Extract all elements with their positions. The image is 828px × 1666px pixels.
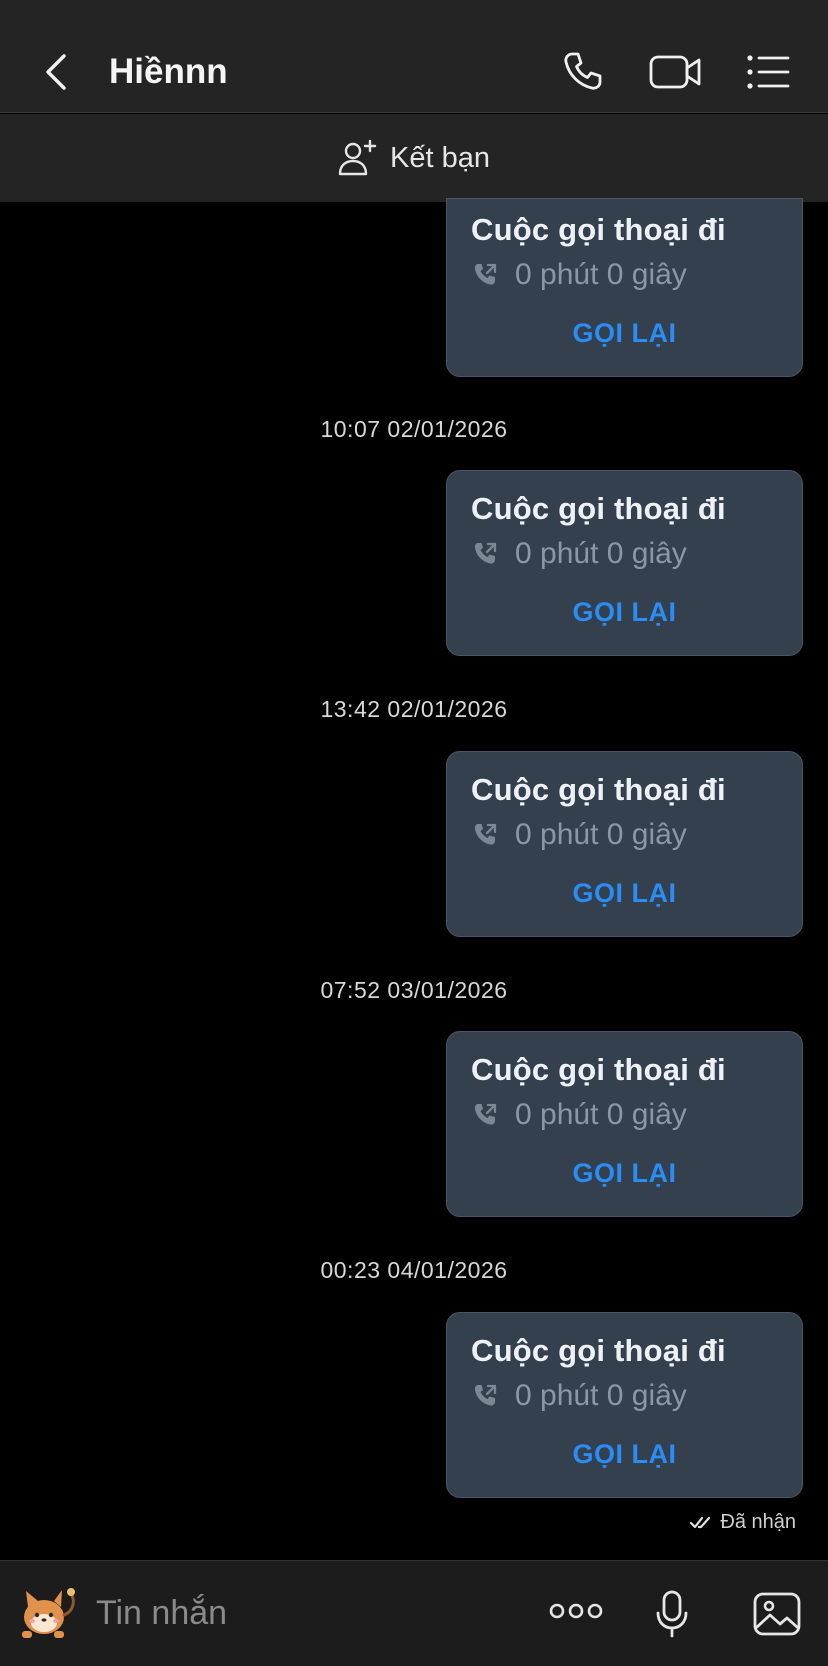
message-composer	[0, 1560, 828, 1666]
call-duration: 0 phút 0 giây	[471, 258, 687, 292]
message-input[interactable]	[94, 1587, 478, 1639]
outgoing-call-icon	[474, 542, 497, 564]
more-options-icon[interactable]	[549, 1601, 603, 1621]
microphone-icon[interactable]	[655, 1589, 689, 1639]
add-friend-label: Kết bạn	[390, 141, 490, 174]
add-friend-bar: Kết bạn	[0, 114, 828, 202]
sticker-icon[interactable]	[14, 1581, 80, 1643]
message-timestamp: 07:52 03/01/2026	[320, 977, 508, 1003]
video-camera-icon[interactable]	[648, 48, 704, 96]
call-title: Cuộc gọi thoại đi	[471, 772, 726, 807]
call-duration: 0 phút 0 giây	[471, 1379, 687, 1413]
call-message-bubble[interactable]: Cuộc gọi thoại đi 0 phút 0 giây GỌI LẠI	[446, 198, 803, 377]
received-label: Đã nhận	[720, 1511, 796, 1533]
list-menu-icon[interactable]	[744, 48, 792, 96]
call-message-bubble[interactable]: Cuộc gọi thoại đi 0 phút 0 giây GỌI LẠI	[446, 751, 803, 937]
duration-text: 0 phút 0 giây	[515, 818, 687, 851]
call-title: Cuộc gọi thoại đi	[471, 1052, 726, 1087]
duration-text: 0 phút 0 giây	[515, 537, 687, 570]
message-timestamp: 00:23 04/01/2026	[320, 1257, 508, 1283]
call-back-button[interactable]: GỌI LẠI	[447, 597, 802, 628]
chat-header: Hiềnnn	[0, 0, 828, 113]
call-title: Cuộc gọi thoại đi	[471, 491, 726, 526]
image-icon[interactable]	[752, 1591, 802, 1637]
double-check-icon	[690, 1516, 711, 1528]
outgoing-call-icon	[474, 263, 497, 285]
call-message-bubble[interactable]: Cuộc gọi thoại đi 0 phút 0 giây GỌI LẠI	[446, 470, 803, 656]
message-timestamp: 13:42 02/01/2026	[320, 696, 508, 722]
call-title: Cuộc gọi thoại đi	[471, 1333, 726, 1368]
duration-text: 0 phút 0 giây	[515, 1098, 687, 1131]
call-message-bubble[interactable]: Cuộc gọi thoại đi 0 phút 0 giây GỌI LẠI	[446, 1031, 803, 1217]
duration-text: 0 phút 0 giây	[515, 1379, 687, 1412]
person-plus-icon	[338, 139, 377, 176]
call-duration: 0 phút 0 giây	[471, 537, 687, 571]
phone-icon[interactable]	[558, 48, 606, 96]
message-timestamp: 10:07 02/01/2026	[320, 416, 508, 442]
call-back-button[interactable]: GỌI LẠI	[447, 1439, 802, 1470]
outgoing-call-icon	[474, 1103, 497, 1125]
delivery-status: Đã nhận	[690, 1511, 796, 1534]
call-duration: 0 phút 0 giây	[471, 818, 687, 852]
call-message-bubble[interactable]: Cuộc gọi thoại đi 0 phút 0 giây GỌI LẠI	[446, 1312, 803, 1498]
add-friend-button[interactable]: Kết bạn	[338, 138, 490, 178]
call-back-button[interactable]: GỌI LẠI	[447, 1158, 802, 1189]
back-chevron-icon[interactable]	[38, 48, 78, 96]
contact-name[interactable]: Hiềnnn	[109, 52, 228, 92]
call-title: Cuộc gọi thoại đi	[471, 212, 726, 247]
outgoing-call-icon	[474, 1384, 497, 1406]
outgoing-call-icon	[474, 823, 497, 845]
call-back-button[interactable]: GỌI LẠI	[447, 878, 802, 909]
duration-text: 0 phút 0 giây	[515, 258, 687, 291]
call-duration: 0 phút 0 giây	[471, 1098, 687, 1132]
call-back-button[interactable]: GỌI LẠI	[447, 318, 802, 349]
